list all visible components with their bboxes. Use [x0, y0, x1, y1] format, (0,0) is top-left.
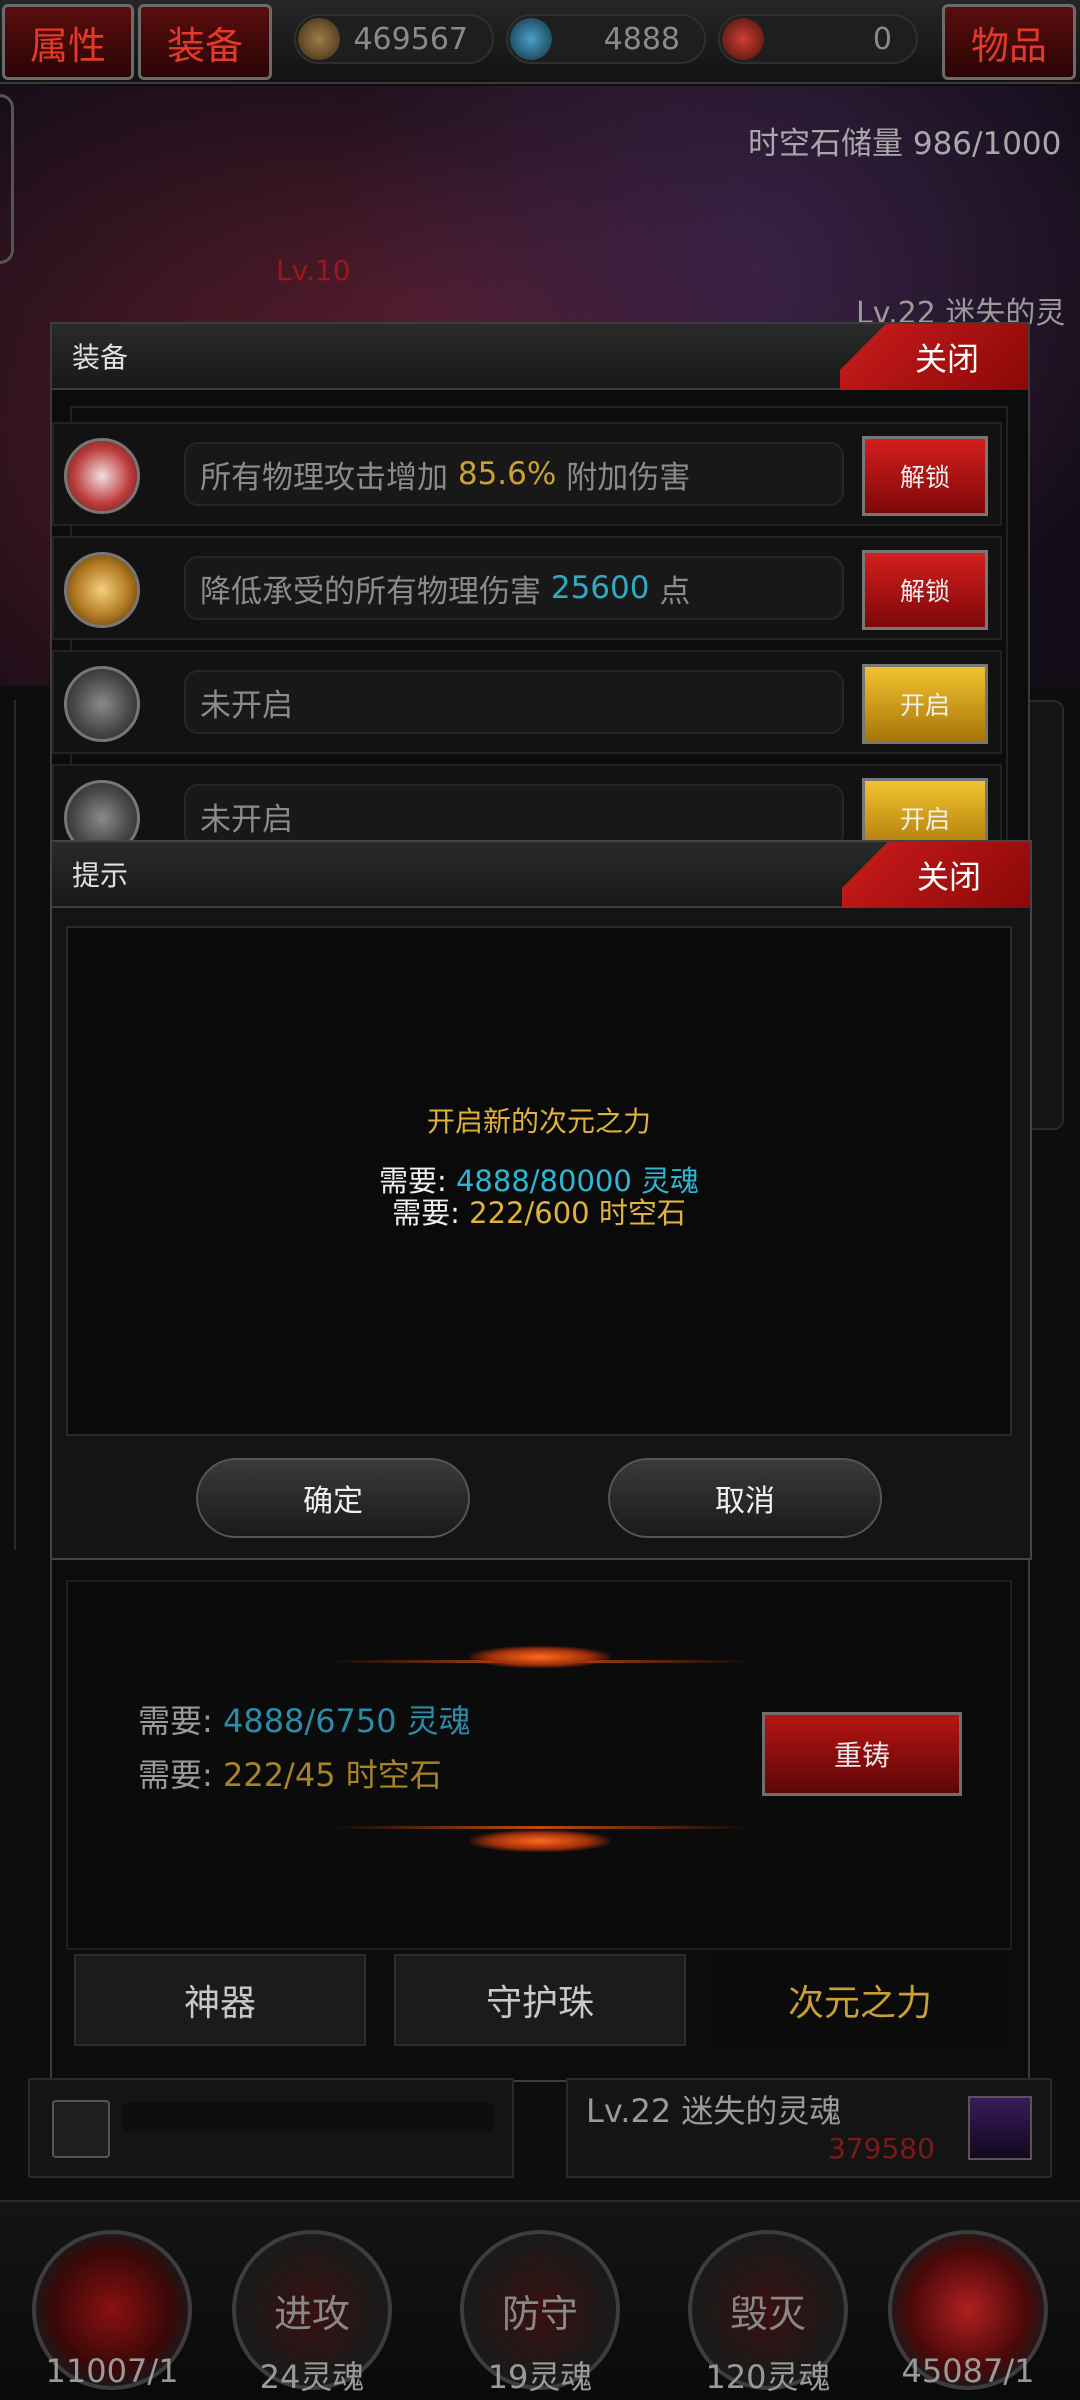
reforge-stone-line: 需要: 222/45 时空石 [138, 1750, 442, 1796]
equipment-effect-text: 所有物理攻击增加 85.6% 附加伤害 [184, 442, 844, 506]
gold-orb-icon [64, 552, 140, 628]
prompt-close-button[interactable]: 关闭 [842, 842, 1030, 908]
equipment-effect-text: 未开启 [184, 784, 844, 848]
prompt-stone-line: 需要: 222/600 时空石 [66, 1196, 1012, 1230]
resource-1-counter: 469567 [294, 14, 494, 64]
reforge-need-label: 需要: [138, 1702, 223, 1740]
open-button[interactable]: 开启 [862, 664, 988, 744]
items-tab[interactable]: 物品 [942, 4, 1076, 80]
effect-prefix: 未开启 [200, 801, 293, 838]
equipment-effect-text: 降低承受的所有物理伤害 25600 点 [184, 556, 844, 620]
skill-cost-label: 11007/1 [45, 2352, 179, 2390]
equipment-close-button[interactable]: 关闭 [840, 324, 1028, 390]
soul-icon [510, 18, 552, 60]
resource-1-value: 469567 [353, 21, 468, 57]
eye-icon[interactable] [52, 2100, 110, 2158]
equipment-panel-title: 装备 [72, 341, 129, 374]
enemy-status-panel: Lv.22 迷失的灵魂 379580 [566, 2078, 1052, 2178]
resource-2-value: 4888 [603, 21, 680, 57]
prompt-need-label: 需要: [378, 1164, 456, 1198]
prompt-soul-req: 4888/80000 灵魂 [455, 1164, 700, 1198]
reforge-need-label-2: 需要: [138, 1756, 223, 1794]
player-level-label: Lv.10 [276, 254, 351, 287]
equipment-tab[interactable]: 装备 [138, 4, 272, 80]
unlock-button[interactable]: 解锁 [862, 436, 988, 516]
resource-3-counter: 0 [718, 14, 918, 64]
effect-prefix: 未开启 [200, 687, 293, 724]
effect-prefix: 降低承受的所有物理伤害 [200, 573, 551, 610]
helmet-icon [298, 18, 340, 60]
unlock-button[interactable]: 解锁 [862, 550, 988, 630]
player-hp-bar [122, 2102, 494, 2132]
effect-suffix: 附加伤害 [556, 459, 691, 496]
enemy-name: Lv.22 迷失的灵魂 [586, 2092, 842, 2130]
skill-cost-label: 120灵魂 [705, 2358, 831, 2396]
attributes-tab[interactable]: 属性 [2, 4, 134, 80]
enemy-hp: 379580 [828, 2132, 935, 2165]
prompt-heading: 开启新的次元之力 [426, 1105, 651, 1138]
equipment-effect-text: 未开启 [184, 670, 844, 734]
skill-cost-label: 24灵魂 [259, 2358, 365, 2396]
flame-ornament-bottom-icon [470, 1830, 610, 1852]
tab-guardian-bead[interactable]: 守护珠 [394, 1954, 686, 2046]
effect-suffix: 点 [649, 573, 691, 610]
reforge-stone-req: 222/45 时空石 [222, 1756, 442, 1794]
prompt-need-label-2: 需要: [392, 1196, 470, 1230]
confirm-button[interactable]: 确定 [196, 1458, 470, 1538]
player-status-panel [28, 2078, 514, 2178]
flame-ornament-top-icon [470, 1646, 610, 1668]
reforge-soul-req: 4888/6750 灵魂 [222, 1702, 471, 1740]
reforge-button[interactable]: 重铸 [762, 1712, 962, 1796]
equipment-row: 未开启 开启 [52, 650, 1002, 754]
effect-value: 25600 [550, 570, 650, 606]
equipment-row: 所有物理攻击增加 85.6% 附加伤害 解锁 [52, 422, 1002, 526]
enemy-portrait [968, 2096, 1032, 2160]
cancel-button[interactable]: 取消 [608, 1458, 882, 1538]
reforge-soul-line: 需要: 4888/6750 灵魂 [138, 1696, 471, 1742]
prompt-title: 提示 [72, 859, 129, 892]
side-drawer-handle[interactable] [0, 94, 14, 264]
resource-2-counter: 4888 [506, 14, 706, 64]
skill-label: 毁灭 [729, 2291, 806, 2336]
effect-value: 85.6% [457, 456, 557, 492]
tab-artifact[interactable]: 神器 [74, 1954, 366, 2046]
tab-dimension-power[interactable]: 次元之力 [712, 1954, 1008, 2046]
stone-capacity-label: 时空石储量 986/1000 [748, 126, 1062, 162]
skill-label: 防守 [501, 2291, 578, 2336]
prompt-soul-line: 需要: 4888/80000 灵魂 [66, 1164, 1012, 1198]
prompt-stone-req: 222/600 时空石 [469, 1196, 686, 1230]
shield-emblem-icon [64, 438, 140, 514]
skill-cost-label: 45087/1 [901, 2352, 1035, 2390]
hexagram-icon [64, 666, 140, 742]
skill-label: 进攻 [273, 2291, 350, 2336]
equipment-row: 降低承受的所有物理伤害 25600 点解锁 [52, 536, 1002, 640]
background-list-left [14, 700, 54, 1550]
gem-icon [722, 18, 764, 60]
skill-cost-label: 19灵魂 [487, 2358, 593, 2396]
effect-prefix: 所有物理攻击增加 [200, 459, 458, 496]
resource-3-value: 0 [872, 21, 892, 57]
ornament-bottom [330, 1826, 750, 1829]
